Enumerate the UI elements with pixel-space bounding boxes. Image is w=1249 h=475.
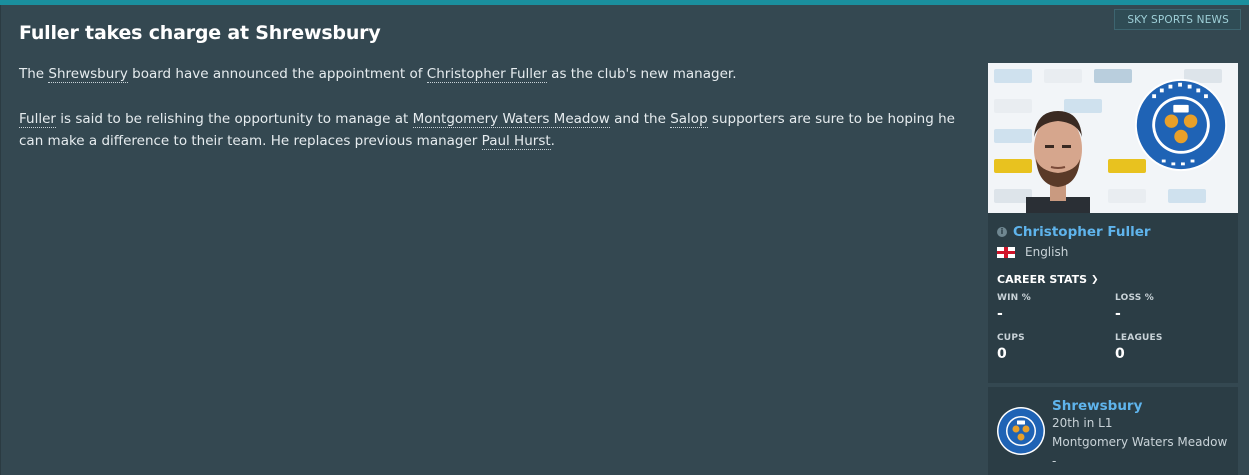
club-crest-small-icon[interactable] [996, 406, 1046, 456]
news-headline: Fuller takes charge at Shrewsbury [19, 22, 381, 44]
club-nickname-link[interactable]: Salop [670, 111, 708, 128]
stat-loss-pct: LOSS % - [1115, 293, 1233, 333]
stat-label: WIN % [997, 293, 1031, 303]
stat-leagues: LEAGUES 0 [1115, 333, 1233, 373]
career-stats-link[interactable]: CAREER STATS ❯ [997, 273, 1229, 286]
club-extra: - [1052, 454, 1057, 468]
ad-tile [994, 69, 1032, 83]
club-card: Shrewsbury 20th in L1 Montgomery Waters … [988, 387, 1238, 475]
nationality-label: English [1025, 245, 1069, 259]
stat-cups: CUPS 0 [997, 333, 1115, 373]
manager-portrait-icon [1026, 111, 1090, 213]
manager-link[interactable]: Fuller [19, 111, 56, 128]
stat-win-pct: WIN % - [997, 293, 1115, 333]
news-source-badge: SKY SPORTS NEWS [1114, 9, 1241, 30]
manager-name-link[interactable]: Christopher Fuller [1013, 224, 1151, 240]
club-crest-icon [1134, 78, 1228, 172]
stat-label: LEAGUES [1115, 333, 1163, 343]
ad-tile [1094, 69, 1132, 83]
club-stadium: Montgomery Waters Meadow [1052, 435, 1228, 449]
news-article: The Shrewsbury board have announced the … [19, 63, 979, 175]
previous-manager-link[interactable]: Paul Hurst [481, 133, 551, 150]
stat-label: LOSS % [1115, 293, 1154, 303]
article-paragraph-1: The Shrewsbury board have announced the … [19, 63, 979, 85]
ad-tile [1108, 189, 1146, 203]
club-name-link[interactable]: Shrewsbury [1052, 398, 1227, 414]
sidebar: i Christopher Fuller English CAREER STAT… [988, 63, 1238, 475]
stat-label: CUPS [997, 333, 1025, 343]
article-text: is said to be relishing the opportunity … [55, 111, 413, 127]
manager-photo-banner [988, 63, 1238, 213]
stadium-link[interactable]: Montgomery Waters Meadow [412, 111, 610, 128]
article-text: as the club's new manager. [546, 66, 737, 82]
ad-tile [1044, 69, 1082, 83]
stat-value: 0 [997, 346, 1007, 362]
manager-link[interactable]: Christopher Fuller [426, 66, 547, 83]
career-stats-label: CAREER STATS [997, 273, 1088, 286]
chevron-right-icon: ❯ [1091, 274, 1099, 285]
article-text: and the [609, 111, 671, 127]
club-league-position: 20th in L1 [1052, 416, 1113, 430]
ad-tile [1168, 189, 1206, 203]
stat-value: 0 [1115, 346, 1125, 362]
article-text: The [19, 66, 49, 82]
article-text: . [550, 133, 555, 149]
info-icon[interactable]: i [997, 227, 1007, 237]
manager-name-row: i Christopher Fuller [997, 223, 1229, 241]
club-info: Shrewsbury 20th in L1 Montgomery Waters … [1052, 398, 1227, 475]
stat-value: - [997, 306, 1003, 322]
article-paragraph-2: Fuller is said to be relishing the oppor… [19, 108, 979, 152]
england-flag-icon [997, 246, 1015, 258]
stat-value: - [1115, 306, 1121, 322]
manager-card: i Christopher Fuller English CAREER STAT… [988, 213, 1238, 383]
nationality-row: English [997, 244, 1229, 260]
club-link[interactable]: Shrewsbury [48, 66, 128, 83]
article-text: board have announced the appointment of [127, 66, 427, 82]
career-stats-grid: WIN % - LOSS % - CUPS 0 LEAGUES 0 [997, 293, 1229, 373]
